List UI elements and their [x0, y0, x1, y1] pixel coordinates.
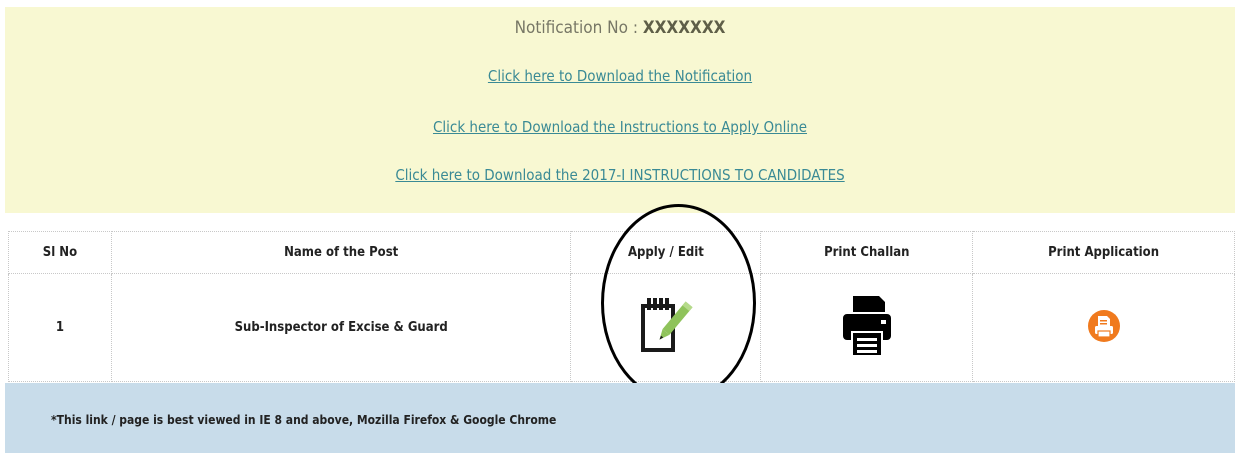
- header-print-challan: Print Challan: [760, 231, 974, 274]
- download-candidate-instructions-link[interactable]: Click here to Download the 2017-I INSTRU…: [5, 166, 1235, 184]
- printer-icon: [842, 295, 891, 357]
- row-print-application-cell: [972, 273, 1235, 382]
- header-post-name: Name of the Post: [110, 231, 572, 274]
- posts-table: Sl No Name of the Post Apply / Edit Prin…: [8, 231, 1235, 382]
- browser-note-text: *This link / page is best viewed in IE 8…: [51, 413, 557, 427]
- notification-label: Notification No :: [514, 18, 638, 38]
- download-instructions-link[interactable]: Click here to Download the Instructions …: [5, 118, 1235, 136]
- download-notification-link[interactable]: Click here to Download the Notification: [5, 67, 1235, 85]
- header-print-application: Print Application: [972, 231, 1235, 274]
- print-challan-button[interactable]: [841, 294, 893, 362]
- row-post-name: Sub-Inspector of Excise & Guard: [110, 273, 572, 382]
- print-document-icon: [1087, 309, 1120, 342]
- browser-note-banner: *This link / page is best viewed in IE 8…: [5, 383, 1235, 453]
- notepad-pencil-icon: [640, 297, 693, 352]
- row-apply-edit-cell: [570, 273, 762, 382]
- notification-number: XXXXXXX: [642, 18, 726, 38]
- notification-title: Notification No : XXXXXXX: [5, 18, 1235, 38]
- header-sl-no: Sl No: [8, 231, 112, 274]
- apply-edit-button[interactable]: [638, 294, 694, 362]
- row-sl-no: 1: [8, 273, 112, 382]
- page: Notification No : XXXXXXX Click here to …: [0, 0, 1235, 454]
- header-apply-edit: Apply / Edit: [570, 231, 762, 274]
- table-header-row: Sl No Name of the Post Apply / Edit Prin…: [8, 231, 1235, 274]
- row-print-challan-cell: [760, 273, 974, 382]
- table-row: 1 Sub-Inspector of Excise & Guard: [8, 273, 1235, 382]
- print-application-button[interactable]: [1087, 309, 1121, 347]
- notification-panel: Notification No : XXXXXXX Click here to …: [5, 7, 1235, 213]
